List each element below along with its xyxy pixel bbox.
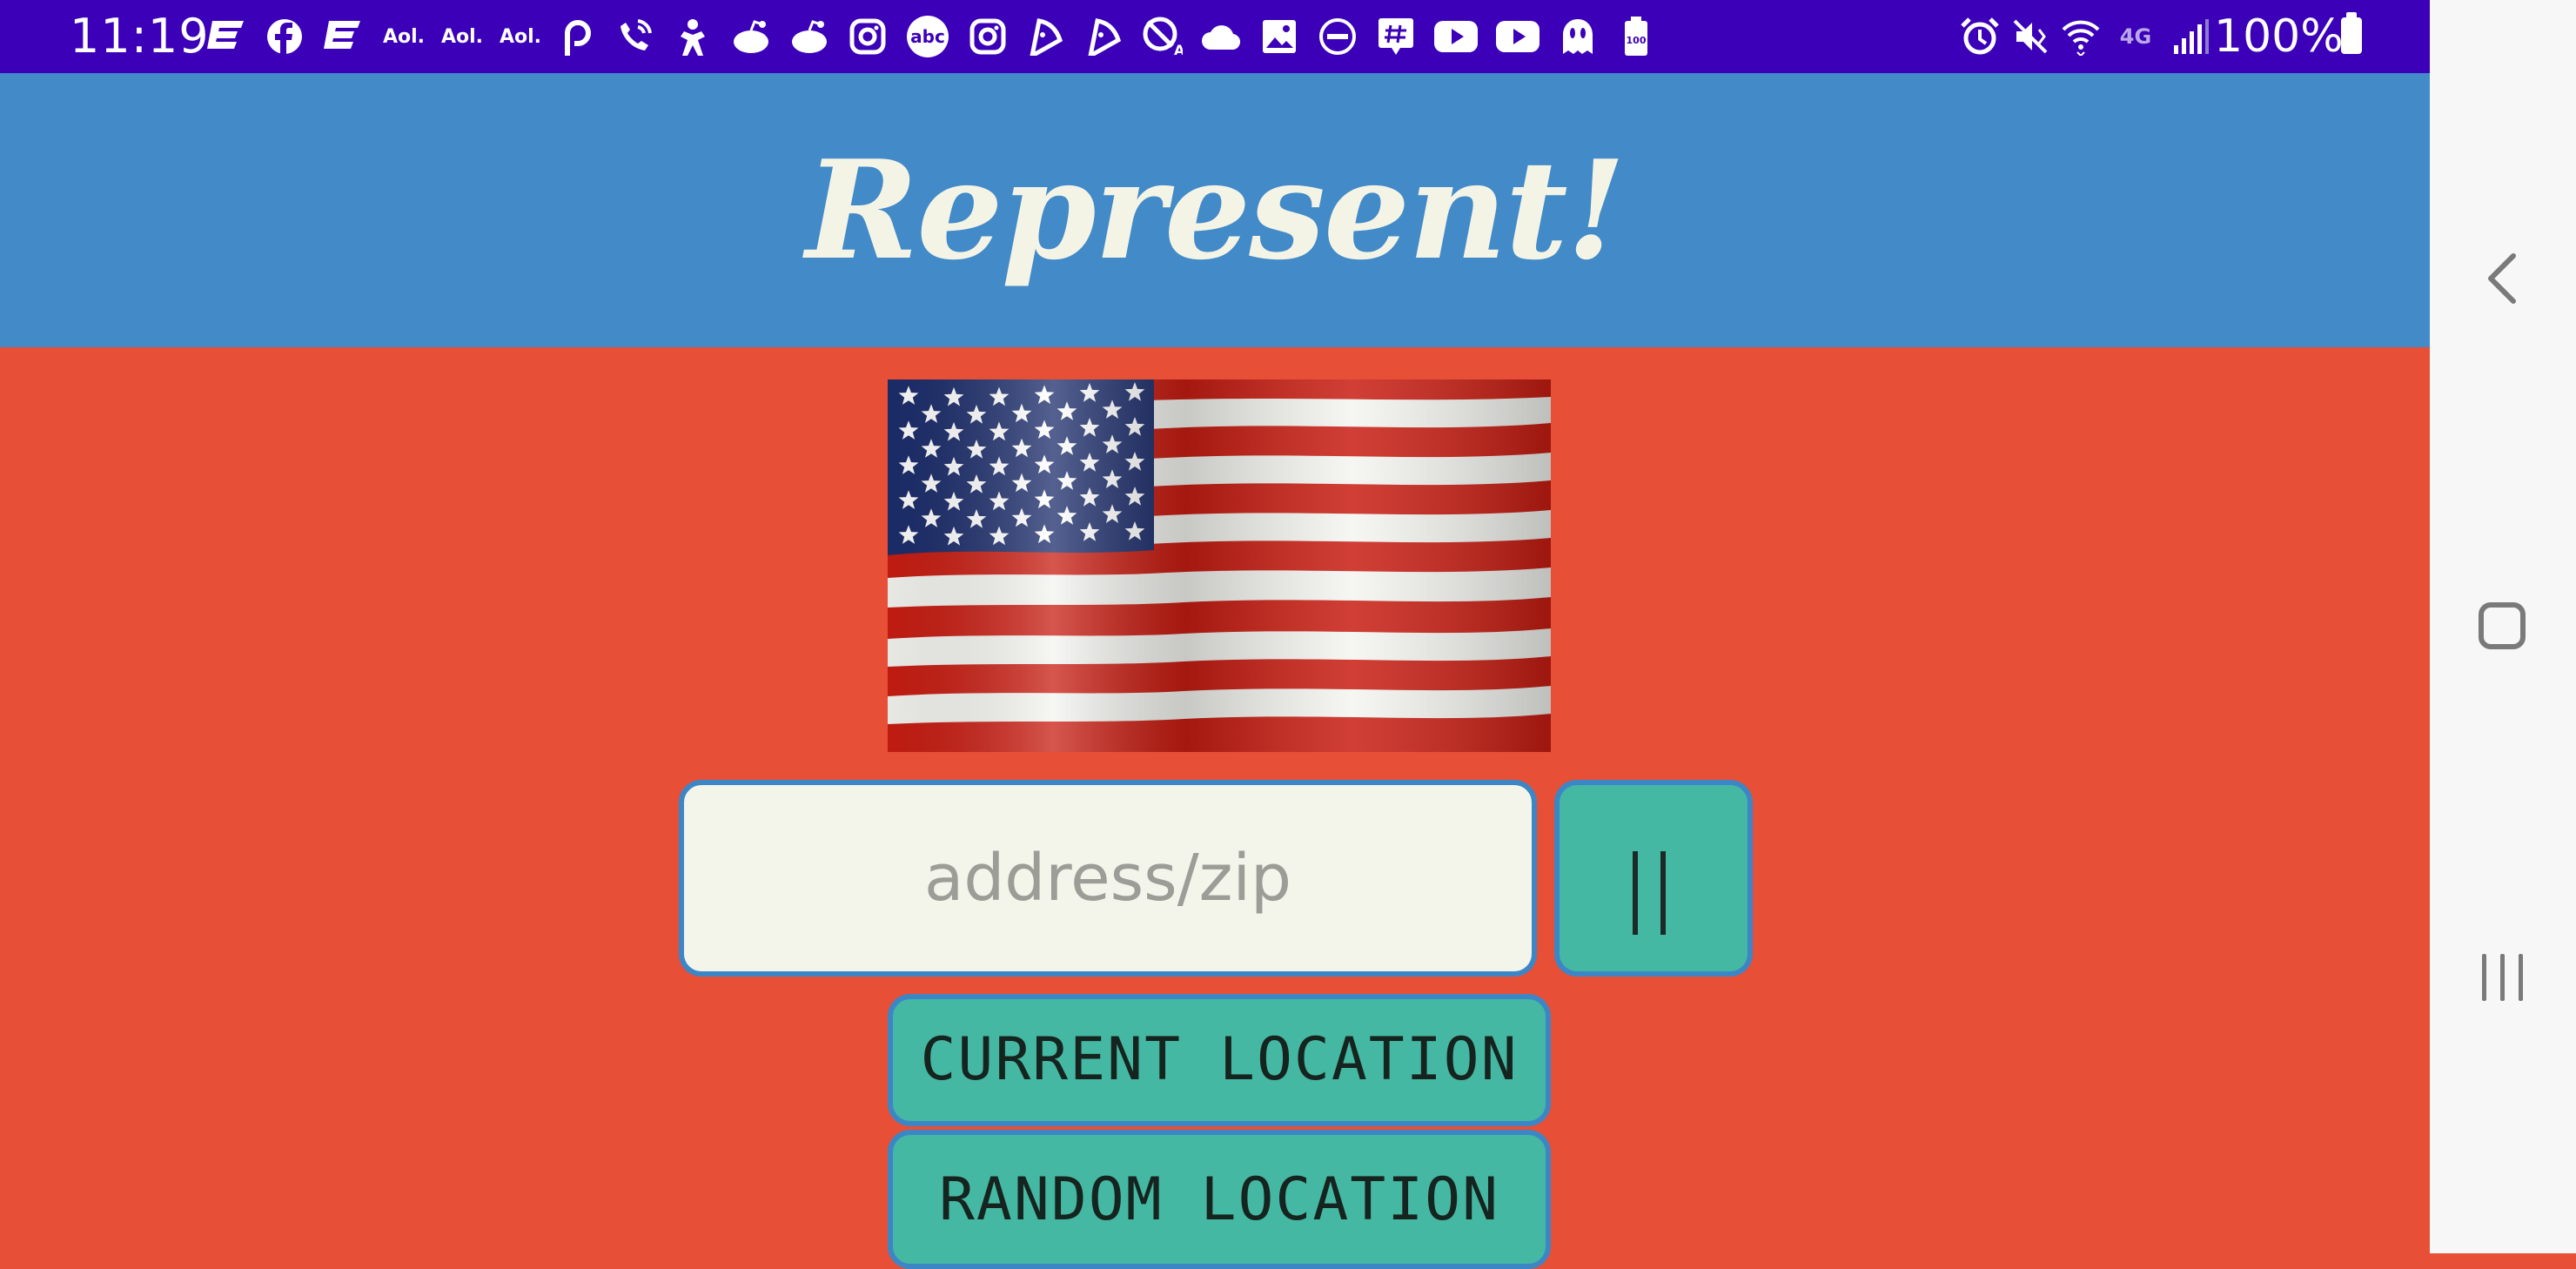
recents-icon[interactable] bbox=[2479, 954, 2527, 1001]
reddit-icon bbox=[788, 16, 830, 57]
hashtag-chat-icon bbox=[1375, 16, 1417, 57]
battery-icon bbox=[2341, 12, 2362, 54]
ghost-icon bbox=[1557, 16, 1599, 57]
instagram-icon bbox=[967, 16, 1009, 57]
minus-circle-icon bbox=[1317, 16, 1358, 57]
pause-bars-icon-bar bbox=[1660, 851, 1666, 935]
abc-icon: abc bbox=[905, 16, 950, 57]
signal-icon bbox=[2170, 16, 2210, 57]
aol-icon: Aol. bbox=[440, 25, 484, 48]
cloud-icon bbox=[1200, 16, 1242, 57]
navigation-bar bbox=[2430, 0, 2576, 1253]
app-title: Represent! bbox=[805, 131, 1626, 290]
reddit-icon bbox=[730, 16, 772, 57]
aol-icon: Aol. bbox=[382, 25, 426, 48]
current-location-button[interactable]: CURRENT LOCATION bbox=[888, 994, 1551, 1126]
battery-100-icon: 100 bbox=[1615, 16, 1657, 57]
pizza-icon bbox=[1083, 16, 1125, 57]
p-icon bbox=[555, 16, 597, 57]
status-bar: 11:19 Aol. Aol. Aol. abc A 100 4G 100% bbox=[0, 0, 2430, 73]
battery-percent: 100% bbox=[2214, 10, 2344, 63]
instagram-icon bbox=[847, 16, 889, 57]
svg-text:A: A bbox=[1174, 42, 1183, 57]
american-flag-image bbox=[888, 379, 1551, 752]
network-4g-icon: 4G bbox=[2119, 24, 2152, 49]
app-header: Represent! bbox=[0, 73, 2430, 347]
home-icon[interactable] bbox=[2479, 602, 2526, 649]
youtube-icon bbox=[1495, 16, 1540, 57]
wifi-icon bbox=[2061, 16, 2101, 57]
random-location-button[interactable]: RANDOM LOCATION bbox=[888, 1130, 1551, 1269]
address-zip-input[interactable] bbox=[679, 780, 1537, 977]
status-time: 11:19 bbox=[70, 9, 210, 64]
system-icons: 4G bbox=[1960, 12, 2221, 61]
yahoo-e-icon bbox=[205, 16, 247, 57]
youtube-icon bbox=[1433, 16, 1479, 57]
wifi-call-icon bbox=[614, 16, 655, 57]
image-icon bbox=[1258, 16, 1300, 57]
aol-icon: Aol. bbox=[499, 25, 542, 48]
pizza-icon bbox=[1025, 16, 1067, 57]
search-button[interactable] bbox=[1554, 780, 1753, 977]
svg-text:abc: abc bbox=[910, 26, 945, 47]
back-icon[interactable] bbox=[2480, 252, 2524, 305]
alarm-icon bbox=[1960, 16, 2000, 57]
yahoo-e-icon bbox=[322, 16, 364, 57]
person-icon bbox=[672, 16, 714, 57]
notification-icons: Aol. Aol. Aol. abc A 100 bbox=[205, 12, 1674, 61]
facebook-icon bbox=[264, 16, 305, 57]
mute-vibrate-icon bbox=[2010, 16, 2050, 57]
no-alert-icon: A bbox=[1142, 16, 1184, 57]
pause-bars-icon bbox=[1633, 851, 1638, 935]
svg-text:100: 100 bbox=[1627, 35, 1647, 46]
